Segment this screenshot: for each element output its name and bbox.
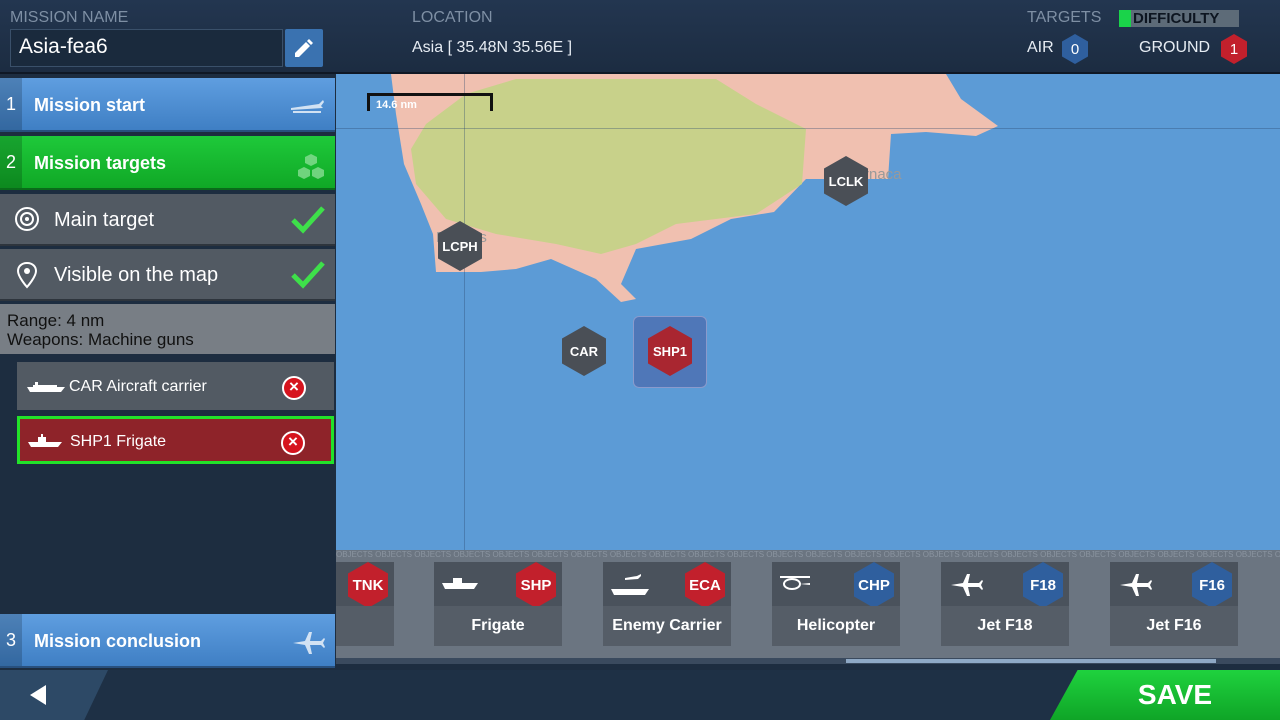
- option-visible-on-map[interactable]: Visible on the map: [0, 249, 335, 301]
- mission-name-input[interactable]: Asia-fea6: [10, 29, 283, 67]
- crosshair-icon: [15, 207, 39, 231]
- location-value: Asia [ 35.48N 35.56E ]: [412, 39, 573, 56]
- option-main-target[interactable]: Main target: [0, 194, 335, 246]
- carrier-icon: [27, 382, 65, 392]
- grid-line: [336, 128, 1280, 129]
- bottom-bar: SAVE: [0, 670, 1280, 720]
- jet-icon: [1120, 574, 1152, 596]
- scrollbar-thumb[interactable]: [846, 659, 1216, 663]
- map-pin-icon: [16, 261, 38, 289]
- top-bar: MISSION NAME Asia-fea6 LOCATION Asia [ 3…: [0, 0, 1280, 74]
- map-terrain: [391, 74, 998, 302]
- objects-scrollbar[interactable]: [336, 658, 1280, 664]
- frigate-icon: [442, 578, 478, 589]
- back-button[interactable]: [0, 670, 108, 720]
- object-card-f16[interactable]: F16 Jet F16: [1110, 562, 1238, 646]
- object-card-eca[interactable]: ECA Enemy Carrier: [603, 562, 731, 646]
- remove-target-button[interactable]: ×: [281, 431, 305, 455]
- targets-label: TARGETS: [1027, 9, 1102, 26]
- target-label: CAR Aircraft carrier: [69, 378, 207, 395]
- air-label: AIR: [1027, 39, 1054, 56]
- ground-label: GROUND: [1139, 39, 1211, 56]
- back-arrow-icon: [30, 685, 46, 705]
- difficulty-meter: DIFFICULTY: [1119, 10, 1239, 27]
- jet-icon: [293, 632, 325, 654]
- objects-strip[interactable]: OBJECTS OBJECTS OBJECTS OBJECTS OBJECTS …: [336, 550, 1280, 662]
- object-name: Jet F16: [1110, 606, 1238, 646]
- map-view[interactable]: 14.6 nm rnaca Paphos LCLK LCPH CAR SHP1: [336, 74, 1280, 552]
- edit-name-button[interactable]: [285, 29, 323, 67]
- mission-name-label: MISSION NAME: [10, 9, 129, 26]
- object-card-tnk[interactable]: TNK ks: [336, 562, 394, 646]
- grid-line: [464, 74, 465, 552]
- target-info: Range: 4 nm Weapons: Machine guns: [0, 304, 335, 354]
- pencil-icon: [295, 39, 313, 57]
- range-text: Range: 4 nm: [7, 311, 105, 330]
- step-label: Mission conclusion: [34, 631, 202, 651]
- hexagons-icon: [298, 154, 324, 179]
- plane-icon: [291, 100, 324, 113]
- step-label: Mission start: [34, 95, 146, 115]
- target-item-shp1[interactable]: SHP1 Frigate ×: [17, 416, 334, 464]
- step-mission-conclusion[interactable]: 3 Mission conclusion: [0, 614, 335, 668]
- object-name: Frigate: [434, 606, 562, 646]
- checkmark-icon: [291, 261, 325, 289]
- helicopter-icon: [780, 576, 810, 590]
- map-scale-bar: 14.6 nm: [367, 93, 493, 111]
- step-label: Mission targets: [34, 153, 167, 173]
- target-item-car[interactable]: CAR Aircraft carrier ×: [17, 362, 334, 410]
- option-label: Main target: [54, 209, 155, 231]
- step-mission-start[interactable]: 1 Mission start: [0, 78, 335, 132]
- object-name: Enemy Carrier: [603, 606, 731, 646]
- jet-icon: [951, 574, 983, 596]
- air-count-badge: 0: [1062, 34, 1088, 64]
- object-card-shp[interactable]: SHP Frigate: [434, 562, 562, 646]
- object-card-chp[interactable]: CHP Helicopter: [772, 562, 900, 646]
- object-card-f18[interactable]: F18 Jet F18: [941, 562, 1069, 646]
- object-name: ks: [336, 606, 394, 646]
- step-number: 1: [0, 78, 22, 130]
- location-label: LOCATION: [412, 9, 493, 26]
- step-number: 3: [0, 614, 22, 666]
- target-label: SHP1 Frigate: [70, 433, 167, 450]
- option-label: Visible on the map: [54, 264, 219, 286]
- sidebar: 1 Mission start 2 Mission targets Main t…: [0, 74, 335, 670]
- object-name: Jet F18: [941, 606, 1069, 646]
- map-scale-label: 14.6 nm: [376, 99, 417, 111]
- place-label: rnaca: [864, 166, 902, 183]
- ground-count-badge: 1: [1221, 34, 1247, 64]
- difficulty-fill: [1119, 10, 1131, 27]
- objects-watermark: OBJECTS OBJECTS OBJECTS OBJECTS OBJECTS …: [336, 550, 1280, 559]
- remove-target-button[interactable]: ×: [282, 376, 306, 400]
- step-number: 2: [0, 136, 22, 188]
- object-name: Helicopter: [772, 606, 900, 646]
- weapons-text: Weapons: Machine guns: [7, 330, 194, 349]
- step-mission-targets[interactable]: 2 Mission targets: [0, 136, 335, 190]
- carrier-icon: [611, 574, 649, 595]
- save-button[interactable]: SAVE: [1050, 670, 1280, 720]
- frigate-icon: [28, 434, 62, 447]
- difficulty-label: DIFFICULTY: [1133, 10, 1220, 27]
- checkmark-icon: [291, 206, 325, 234]
